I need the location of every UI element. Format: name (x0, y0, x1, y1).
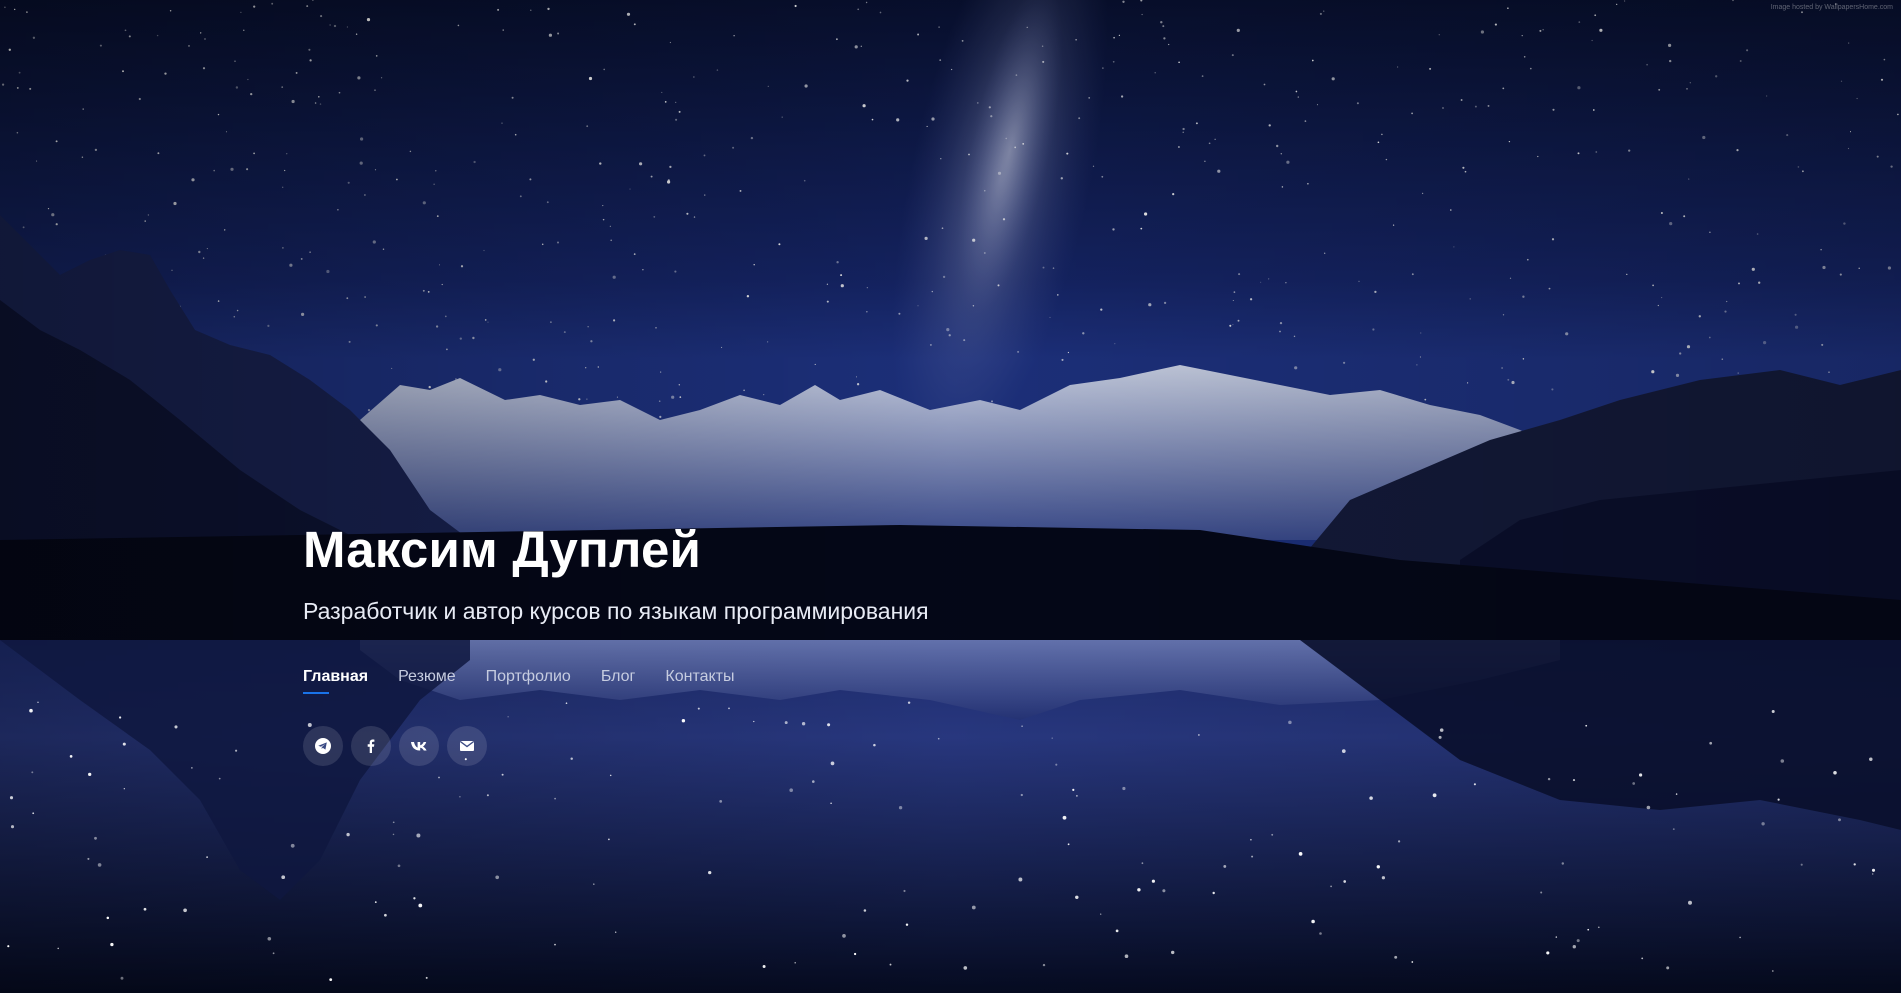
image-credit: Image hosted by WallpapersHome.com (1770, 4, 1893, 11)
nav-item-resume[interactable]: Резюме (398, 668, 456, 694)
vk-button[interactable] (399, 726, 439, 766)
nav-item-home[interactable]: Главная (303, 668, 368, 694)
hero-content: Максим Дуплей Разработчик и автор курсов… (303, 518, 1503, 766)
telegram-button[interactable] (303, 726, 343, 766)
envelope-icon (459, 740, 475, 751)
nav-item-portfolio[interactable]: Портфолио (486, 668, 571, 694)
background-image (0, 0, 1901, 993)
page-title: Максим Дуплей (303, 521, 702, 578)
hero-section: Image hosted by WallpapersHome.com Макси… (0, 0, 1901, 993)
email-button[interactable] (447, 726, 487, 766)
facebook-icon (367, 739, 375, 753)
page-subtitle: Разработчик и автор курсов по языкам про… (303, 598, 929, 624)
nav-item-contacts[interactable]: Контакты (665, 668, 734, 694)
social-links (303, 726, 1503, 766)
vk-icon (411, 742, 427, 751)
main-nav: Главная Резюме Портфолио Блог Контакты (303, 668, 1503, 694)
nav-item-blog[interactable]: Блог (601, 668, 636, 694)
telegram-icon (315, 738, 331, 754)
facebook-button[interactable] (351, 726, 391, 766)
